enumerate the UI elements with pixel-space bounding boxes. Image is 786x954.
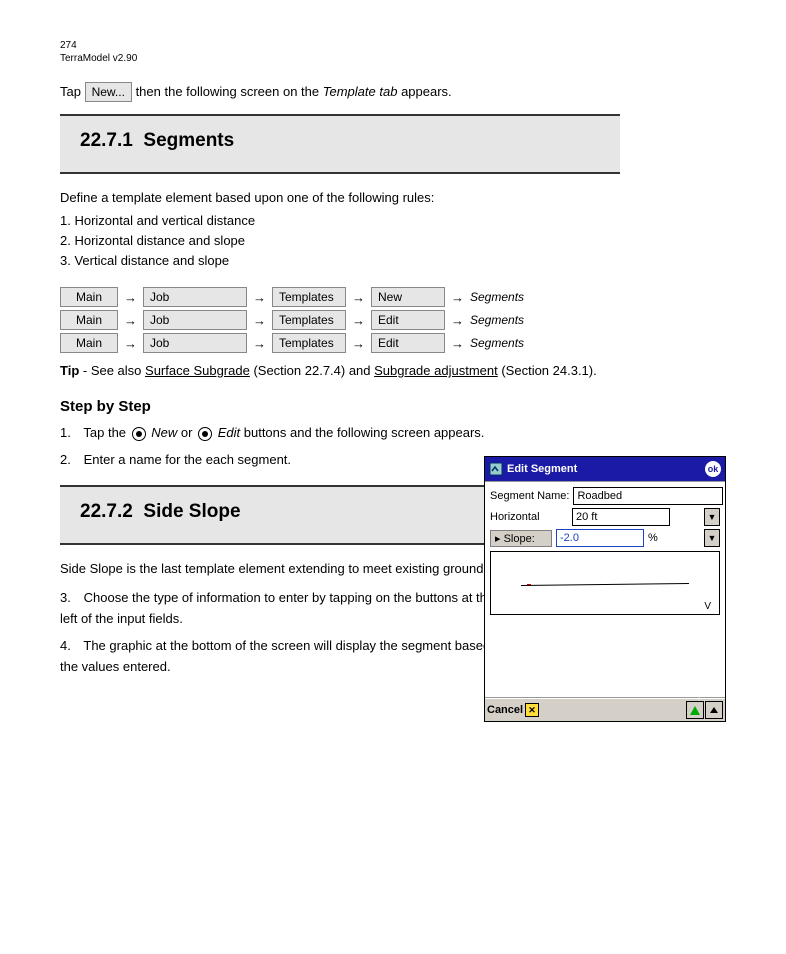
crumb-templates[interactable]: Templates <box>272 287 346 307</box>
slope-dropdown[interactable]: ▼ <box>704 529 720 547</box>
segment-name-input[interactable] <box>573 487 723 505</box>
crumb-job[interactable]: Job <box>143 287 247 307</box>
step-1: 1. Tap the New or Edit buttons and the f… <box>60 423 510 444</box>
crumb-main[interactable]: Main <box>60 333 118 353</box>
dialog-title: Edit Segment <box>507 463 577 475</box>
radio-icon <box>132 427 146 441</box>
dialog-titlebar: Edit Segment ok <box>485 457 725 481</box>
step-by-step-heading: Step by Step <box>60 398 736 415</box>
segment-type-1: 1. Horizontal and vertical distance <box>60 212 736 230</box>
warning-icon[interactable] <box>686 701 704 719</box>
segment-line <box>521 583 689 586</box>
edit-segment-dialog: Edit Segment ok Segment Name: Horizontal… <box>484 456 726 722</box>
new-button[interactable]: New... <box>85 82 132 102</box>
section-title: 22.7.1 Segments <box>80 130 600 152</box>
crumb-segments: Segments <box>470 336 524 350</box>
crumb-job[interactable]: Job <box>143 310 247 330</box>
section-box-segments: 22.7.1 Segments <box>60 114 620 174</box>
close-icon[interactable]: ✕ <box>525 703 539 717</box>
slope-input[interactable] <box>556 529 644 547</box>
dialog-footer: Cancel ✕ <box>485 698 725 721</box>
slope-unit: % <box>648 532 658 544</box>
ok-button[interactable]: ok <box>705 461 721 477</box>
step-2: 2. Enter a name for the each segment. <box>60 450 510 471</box>
cancel-button[interactable]: Cancel <box>487 704 523 716</box>
segment-type-2: 2. Horizontal distance and slope <box>60 232 736 250</box>
crumb-job[interactable]: Job <box>143 333 247 353</box>
step-4: 4. The graphic at the bottom of the scre… <box>60 636 510 678</box>
crumb-segments: Segments <box>470 313 524 327</box>
segment-preview-canvas: V <box>490 551 720 615</box>
horizontal-label: Horizontal <box>490 511 568 523</box>
breadcrumb-row-1: Main→ Job→ Templates→ New→ Segments <box>60 287 736 307</box>
page-number: 274 <box>60 40 736 51</box>
link-subgrade-adjustment[interactable]: Subgrade adjustment <box>374 363 498 378</box>
crumb-main[interactable]: Main <box>60 287 118 307</box>
canvas-label-v: V <box>704 601 711 612</box>
crumb-edit[interactable]: Edit <box>371 310 445 330</box>
crumb-new[interactable]: New <box>371 287 445 307</box>
horizontal-dropdown[interactable]: ▼ <box>704 508 720 526</box>
app-icon <box>489 462 503 476</box>
link-surface-subgrade[interactable]: Surface Subgrade <box>145 363 250 378</box>
breadcrumb-row-2: Main→ Job→ Templates→ Edit→ Segments <box>60 310 736 330</box>
segment-name-label: Segment Name: <box>490 490 569 502</box>
keyboard-icon[interactable] <box>705 701 723 719</box>
crumb-templates[interactable]: Templates <box>272 310 346 330</box>
segment-type-3: 3. Vertical distance and slope <box>60 252 736 270</box>
step-3: 3. Choose the type of information to ent… <box>60 588 510 630</box>
crumb-edit[interactable]: Edit <box>371 333 445 353</box>
crumb-templates[interactable]: Templates <box>272 333 346 353</box>
slope-toggle-button[interactable]: ▸ Slope: <box>490 530 552 547</box>
crumb-main[interactable]: Main <box>60 310 118 330</box>
radio-icon <box>198 427 212 441</box>
tip-line: Tip - See also Surface Subgrade (Section… <box>60 363 736 378</box>
breadcrumb-row-3: Main→ Job→ Templates→ Edit→ Segments <box>60 333 736 353</box>
doc-title: TerraModel v2.90 <box>60 53 736 64</box>
horizontal-input[interactable] <box>572 508 670 526</box>
define-para: Define a template element based upon one… <box>60 188 620 208</box>
crumb-segments: Segments <box>470 290 524 304</box>
intro-paragraph: Tap New... then the following screen on … <box>60 82 620 102</box>
